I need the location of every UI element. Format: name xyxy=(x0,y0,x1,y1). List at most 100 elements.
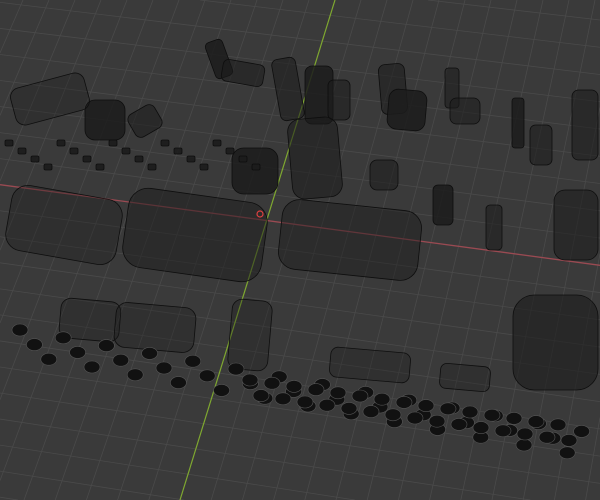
small-part-object[interactable] xyxy=(160,139,170,147)
seat-object[interactable] xyxy=(84,99,126,141)
wheel-object[interactable] xyxy=(516,427,534,441)
small-part-object[interactable] xyxy=(43,163,53,171)
small-part-object[interactable] xyxy=(4,139,14,147)
wheel-object[interactable] xyxy=(461,405,479,419)
small-part-object[interactable] xyxy=(95,163,105,171)
axle-assembly-object[interactable] xyxy=(113,302,197,354)
wheel-object[interactable] xyxy=(538,430,556,444)
seat-object[interactable] xyxy=(571,89,599,161)
grid-line xyxy=(0,444,356,500)
wheel-object[interactable] xyxy=(483,408,501,422)
wheel-object[interactable] xyxy=(83,360,101,374)
seat-object[interactable] xyxy=(369,159,399,191)
wheel-object[interactable] xyxy=(98,339,115,352)
wheel-object[interactable] xyxy=(527,415,545,428)
wheel-object[interactable] xyxy=(417,399,435,412)
wheel-object[interactable] xyxy=(351,389,369,403)
wheel-object[interactable] xyxy=(340,402,358,415)
wheel-object[interactable] xyxy=(263,376,281,390)
small-part-object[interactable] xyxy=(238,155,248,163)
wheel-object[interactable] xyxy=(285,380,303,393)
wheel-object[interactable] xyxy=(505,412,523,425)
wheel-object[interactable] xyxy=(406,411,424,425)
seat-object[interactable] xyxy=(432,184,454,226)
seat-object[interactable] xyxy=(271,56,305,122)
wheel-object[interactable] xyxy=(69,346,86,359)
wheel-object[interactable] xyxy=(296,395,314,409)
wheel-object[interactable] xyxy=(170,376,187,389)
scene-objects[interactable] xyxy=(3,38,599,460)
grid-line xyxy=(0,2,600,75)
wheel-object[interactable] xyxy=(450,418,468,431)
wheel-object[interactable] xyxy=(472,421,490,434)
wheel-object[interactable] xyxy=(373,392,391,406)
wheel-object[interactable] xyxy=(494,424,512,438)
grid-line xyxy=(427,0,600,21)
small-part-object[interactable] xyxy=(121,147,131,155)
seat-object[interactable] xyxy=(327,79,351,121)
cabin-body-object[interactable] xyxy=(120,186,270,285)
seat-object[interactable] xyxy=(485,204,503,251)
wheel-object[interactable] xyxy=(26,338,43,351)
wheel-object[interactable] xyxy=(558,446,576,460)
wheel-object[interactable] xyxy=(362,405,380,418)
wheel-object[interactable] xyxy=(184,354,202,368)
roof-rack-object[interactable] xyxy=(8,71,91,127)
wheel-object[interactable] xyxy=(573,425,590,438)
grid-line xyxy=(200,0,600,48)
wheel-object[interactable] xyxy=(549,418,567,432)
small-part-object[interactable] xyxy=(69,147,79,155)
wheel-object[interactable] xyxy=(560,434,578,447)
wheel-object[interactable] xyxy=(198,369,216,383)
wheel-object[interactable] xyxy=(11,323,29,337)
seat-object[interactable] xyxy=(449,97,481,125)
small-part-object[interactable] xyxy=(225,147,235,155)
wheel-object[interactable] xyxy=(318,398,336,412)
axle-assembly-object[interactable] xyxy=(439,362,491,393)
wheel-object[interactable] xyxy=(428,414,446,428)
wheel-object[interactable] xyxy=(112,353,130,367)
wheel-object[interactable] xyxy=(307,383,325,396)
wheel-object[interactable] xyxy=(227,362,245,376)
small-part-object[interactable] xyxy=(212,139,222,147)
wheel-object[interactable] xyxy=(126,368,144,382)
wheel-object[interactable] xyxy=(274,392,292,406)
3d-viewport[interactable] xyxy=(0,0,600,500)
wheel-object[interactable] xyxy=(213,384,230,397)
small-part-object[interactable] xyxy=(186,155,196,163)
wheel-object[interactable] xyxy=(515,438,533,452)
wheel-object[interactable] xyxy=(329,386,347,400)
small-part-object[interactable] xyxy=(134,155,144,163)
grid-line xyxy=(0,0,24,54)
seat-object[interactable] xyxy=(231,147,279,195)
axle-assembly-object[interactable] xyxy=(329,346,411,384)
wheel-object[interactable] xyxy=(54,331,72,345)
axle-assembly-object[interactable] xyxy=(227,298,273,372)
small-part-object[interactable] xyxy=(30,155,40,163)
wheel-object[interactable] xyxy=(439,402,457,416)
small-part-object[interactable] xyxy=(147,163,157,171)
seat-object[interactable] xyxy=(126,102,165,140)
small-part-object[interactable] xyxy=(82,155,92,163)
wheel-object[interactable] xyxy=(155,361,173,375)
seat-object[interactable] xyxy=(287,116,344,200)
wheel-object[interactable] xyxy=(241,373,259,387)
wheel-object[interactable] xyxy=(395,396,413,409)
wheel-object[interactable] xyxy=(40,352,58,366)
small-part-object[interactable] xyxy=(17,147,27,155)
wheel-object[interactable] xyxy=(141,347,158,360)
small-part-object[interactable] xyxy=(173,147,183,155)
seat-object[interactable] xyxy=(386,88,428,132)
wheel-object[interactable] xyxy=(384,408,402,422)
seat-object[interactable] xyxy=(553,189,599,261)
cabin-frame-object[interactable] xyxy=(277,198,424,282)
seat-object[interactable] xyxy=(511,97,525,149)
seat-object[interactable] xyxy=(529,124,553,166)
small-part-object[interactable] xyxy=(56,139,66,147)
chassis-object[interactable] xyxy=(512,294,599,391)
wheel-object[interactable] xyxy=(252,389,270,402)
seat-object[interactable] xyxy=(220,58,266,88)
small-part-object[interactable] xyxy=(108,139,118,147)
small-part-object[interactable] xyxy=(199,163,209,171)
small-part-object[interactable] xyxy=(251,163,261,171)
